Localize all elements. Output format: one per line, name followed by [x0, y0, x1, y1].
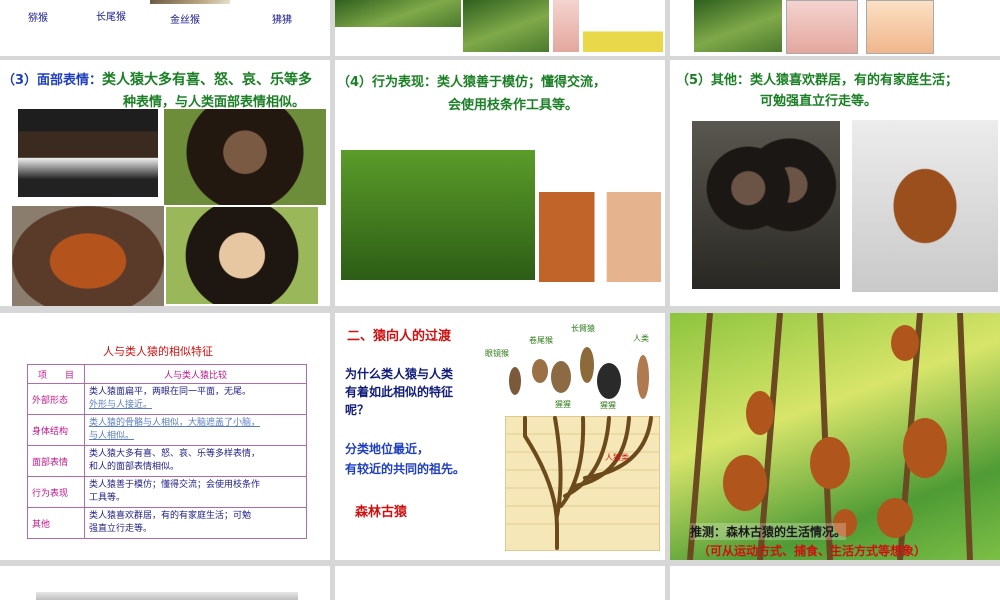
row-value-line1: 类人猿面扁平，两眼在同一平面，无尾。: [89, 387, 252, 397]
tree-label: 人猿类: [605, 453, 629, 462]
photo-human-standing: [583, 0, 663, 52]
table-title: 人与类人猿的相似特征: [103, 345, 213, 358]
row-value-line1: 类人猿善于模仿；懂得交流；会使用枝条作: [89, 480, 261, 490]
slide-facial-expression: （3）面部表情：类人猿大多有喜、怒、哀、乐等多 种表情，与人类面部表情相似。: [0, 60, 330, 306]
row-value-line2: 与人相似。: [89, 431, 135, 441]
photo-chimp-face: [164, 109, 326, 205]
heading-facial-prefix: （3）面部表情：: [2, 73, 103, 88]
heading-facial-text: 类人猿大多有喜、怒、哀、乐等多: [102, 72, 313, 88]
slide-primates: 猕猴 长尾猴 金丝猴 狒狒: [0, 0, 330, 56]
photo-ape-hand: [553, 0, 579, 52]
photo-baby-chimp: [166, 207, 318, 304]
table-row: 行为表现 类人猿善于模仿；懂得交流；会使用枝条作 工具等。: [27, 476, 307, 508]
table-row: 其他 类人猿喜欢群居，有的有家庭生活；可勉 强直立行走等。: [27, 507, 307, 539]
photo-chimp-walking: [335, 0, 461, 27]
slide-behavior: （4）行为表现：类人猿善于模仿；懂得交流， 会使用枝条作工具等。: [335, 60, 665, 306]
table-header: 项 目 人与类人猿比较: [27, 364, 307, 384]
heading-transition: 二、猿向人的过渡: [347, 329, 452, 344]
header-compare: 人与类人猿比较: [84, 364, 307, 384]
row-value: 类人猿面扁平，两眼在同一平面，无尾。 外形与人接近。: [84, 383, 307, 415]
slide-similarity-table: 人与类人猿的相似特征 项 目 人与类人猿比较 外部形态 类人猿面扁平，两眼在同一…: [0, 313, 330, 560]
label-long-tailed-monkey: 长尾猴: [96, 12, 126, 23]
slide-other: （5）其他：类人猿喜欢群居，有的有家庭生活； 可勉强直立行走等。: [670, 60, 1000, 306]
photo-chimps-using-tools: [341, 150, 535, 280]
table-row: 外部形态 类人猿面扁平，两眼在同一平面，无尾。 外形与人接近。: [27, 383, 307, 415]
slide-bottom-middle: [335, 566, 665, 600]
heading-behavior-line1: （4）行为表现：类人猿善于模仿；懂得交流，: [337, 75, 607, 90]
label-gibbon: 长臂猿: [571, 324, 595, 333]
photo-human-hand: [866, 0, 934, 54]
row-value: 类人猿善于模仿；懂得交流；会使用枝条作 工具等。: [84, 476, 307, 508]
row-key: 面部表情: [27, 445, 85, 477]
heading-facial: （3）面部表情：类人猿大多有喜、怒、哀、乐等多: [2, 69, 312, 89]
forest-caption-line1: 推测：森林古猿的生活情况。: [690, 523, 847, 540]
ancestor-label: 森林古猿: [355, 505, 408, 520]
label-macaque: 猕猴: [28, 13, 48, 24]
table-row: 面部表情 类人猿大多有喜、怒、哀、乐等多样表情， 和人的面部表情相似。: [27, 445, 307, 477]
slide-hand: [670, 0, 1000, 56]
slide-bottom-left: [0, 566, 330, 600]
photo-chimp-standing: [463, 0, 549, 52]
primate-silhouettes: [509, 347, 649, 399]
photo-orangutan-imitating-human: [539, 192, 661, 282]
slide-bottom-right: [670, 566, 1000, 600]
answer-line1: 分类地位最近，: [345, 442, 430, 456]
heading-other-line1: （5）其他：类人猿喜欢群居，有的有家庭生活；: [676, 73, 959, 88]
slide-transition: 二、猿向人的过渡 为什么类人猿与人类 有着如此相似的特征 呢？ 分类地位最近， …: [335, 313, 665, 560]
row-key: 外部形态: [27, 383, 85, 415]
heading-other-line2: 可勉强直立行走等。: [760, 94, 878, 109]
question-line1: 为什么类人猿与人类: [345, 367, 454, 381]
row-key: 身体结构: [27, 414, 85, 446]
row-value: 类人猿喜欢群居，有的有家庭生活；可勉 强直立行走等。: [84, 507, 307, 539]
question-line3: 呢？: [345, 403, 370, 417]
row-value-line1: 类人猿的骨骼与人相似，大脑遮盖了小脑，: [89, 418, 261, 428]
photo-human-face: [18, 109, 158, 197]
table-row: 身体结构 类人猿的骨骼与人相似，大脑遮盖了小脑， 与人相似。: [27, 414, 307, 446]
heading-facial-line2: 种表情，与人类面部表情相似。: [123, 95, 306, 110]
label-baboon: 狒狒: [272, 15, 292, 26]
header-item: 项 目: [27, 364, 85, 384]
photo-chimp-family: [692, 121, 840, 289]
slide-posture: [335, 0, 665, 56]
photo-baby-orangutan: [12, 206, 164, 306]
row-value: 类人猿大多有喜、怒、哀、乐等多样表情， 和人的面部表情相似。: [84, 445, 307, 477]
photo-orangutan-standing: [852, 120, 998, 292]
row-value-line2: 强直立行走等。: [89, 524, 153, 534]
slide-forest-ape: 推测：森林古猿的生活情况。 （可从运动方式、捕食、生活方式等想象）: [670, 313, 1000, 560]
row-key: 其他: [27, 507, 85, 539]
row-value-line2: 工具等。: [89, 493, 126, 503]
photo-ape-hand: [786, 0, 858, 54]
row-value: 类人猿的骨骼与人相似，大脑遮盖了小脑， 与人相似。: [84, 414, 307, 446]
heading-behavior-line2: 会使用枝条作工具等。: [448, 98, 579, 113]
row-key: 行为表现: [27, 476, 85, 508]
row-value-line2: 和人的面部表情相似。: [89, 462, 180, 472]
row-value-line1: 类人猿大多有喜、怒、哀、乐等多样表情，: [89, 449, 261, 459]
phylogenetic-tree: [505, 416, 660, 551]
photo-bottom: [36, 592, 298, 600]
row-value-line2: 外形与人接近。: [89, 400, 153, 410]
photo-chimp: [694, 0, 782, 52]
row-value-line1: 类人猿喜欢群居，有的有家庭生活；可勉: [89, 511, 252, 521]
forest-caption-line2: （可从运动方式、捕食、生活方式等想象）: [698, 544, 927, 558]
similarity-table: 项 目 人与类人猿比较 外部形态 类人猿面扁平，两眼在同一平面，无尾。 外形与人接…: [27, 364, 307, 539]
label-golden-monkey: 金丝猴: [170, 15, 200, 26]
photo-golden-monkey: [150, 0, 230, 4]
answer-line2: 有较近的共同的祖先。: [345, 462, 466, 476]
question-line2: 有着如此相似的特征: [345, 385, 454, 399]
